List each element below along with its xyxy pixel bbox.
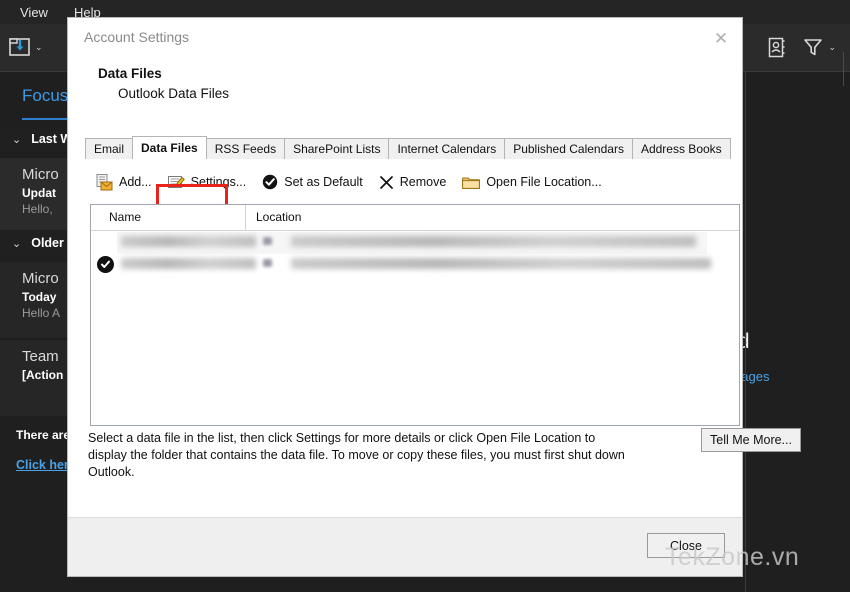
account-settings-dialog: Account Settings ✕ Data Files Outlook Da… — [68, 18, 801, 576]
pane-divider — [745, 72, 746, 592]
address-book-icon[interactable] — [768, 37, 785, 58]
close-icon[interactable]: ✕ — [706, 24, 736, 52]
filter-icon — [803, 38, 823, 57]
settings-button[interactable]: Settings... — [160, 171, 255, 193]
data-file-location-redacted — [291, 258, 711, 269]
tell-me-more-button[interactable]: Tell Me More... — [701, 428, 801, 452]
data-file-name-redacted — [121, 236, 256, 247]
tab-address-books[interactable]: Address Books — [631, 138, 731, 159]
move-to-folder-button[interactable]: ⌄ — [8, 32, 54, 62]
add-data-file-icon — [96, 173, 113, 191]
dialog-description: Select a data file in the list, then cli… — [88, 431, 625, 479]
dialog-subheading: Outlook Data Files — [118, 86, 230, 101]
tab-rss-feeds[interactable]: RSS Feeds — [205, 138, 286, 159]
data-file-name-ellipsis — [263, 237, 272, 245]
chevron-down-icon[interactable]: ⌄ — [35, 42, 43, 52]
dialog-title: Account Settings — [84, 29, 190, 45]
ribbon-divider — [843, 52, 844, 86]
column-header-name[interactable]: Name — [91, 205, 246, 230]
data-files-list-header: Name Location — [91, 205, 739, 231]
default-data-file-icon — [97, 256, 114, 273]
data-files-list[interactable]: Name Location — [90, 204, 740, 426]
set-as-default-button-label: Set as Default — [284, 175, 363, 189]
open-file-location-button-label: Open File Location... — [486, 175, 602, 189]
dialog-header: Data Files Outlook Data Files — [68, 58, 742, 136]
chevron-down-icon: ⌄ — [12, 133, 22, 146]
table-row[interactable] — [91, 254, 739, 276]
filter-button[interactable]: ⌄ — [803, 38, 836, 57]
data-file-name-redacted — [121, 258, 256, 269]
column-header-location[interactable]: Location — [246, 205, 739, 230]
mail-group-label: Last W — [31, 132, 73, 146]
mail-group-label: Older — [31, 236, 64, 250]
dialog-footer: Close — [68, 517, 742, 576]
tab-underline — [85, 159, 741, 160]
add-button-label: Add... — [119, 175, 152, 189]
add-button[interactable]: Add... — [88, 171, 160, 194]
ribbon-right-group: ⌄ — [768, 32, 836, 62]
settings-button-label: Settings... — [190, 175, 247, 189]
tab-sharepoint-lists[interactable]: SharePoint Lists — [284, 138, 390, 159]
dialog-title-bar: Account Settings ✕ — [68, 18, 742, 58]
remove-button-label: Remove — [399, 175, 447, 189]
tab-internet-calendars[interactable]: Internet Calendars — [388, 138, 506, 159]
data-files-rows — [91, 232, 739, 276]
chevron-down-icon[interactable]: ⌄ — [828, 42, 836, 52]
move-to-folder-icon — [8, 36, 32, 58]
set-as-default-button[interactable]: Set as Default — [254, 171, 371, 193]
data-file-name-ellipsis — [263, 259, 272, 267]
data-files-toolbar: Add... Settings... Set as Default Remove… — [85, 165, 725, 199]
x-icon — [379, 175, 394, 190]
open-file-location-button[interactable]: Open File Location... — [454, 172, 609, 193]
tab-data-files[interactable]: Data Files — [132, 136, 207, 159]
remove-button[interactable]: Remove — [371, 172, 455, 193]
settings-icon — [167, 174, 185, 190]
folder-icon — [462, 175, 481, 190]
tab-email[interactable]: Email — [85, 138, 134, 159]
dialog-tabs: Email Data Files RSS Feeds SharePoint Li… — [85, 136, 731, 159]
tab-published-calendars[interactable]: Published Calendars — [504, 138, 633, 159]
menu-item-view[interactable]: View — [20, 5, 48, 20]
table-row[interactable] — [91, 232, 739, 254]
chevron-down-icon: ⌄ — [12, 237, 22, 250]
close-button[interactable]: Close — [647, 533, 725, 558]
dialog-heading: Data Files — [98, 66, 162, 81]
data-file-location-redacted — [291, 236, 696, 247]
check-circle-icon — [262, 174, 278, 190]
